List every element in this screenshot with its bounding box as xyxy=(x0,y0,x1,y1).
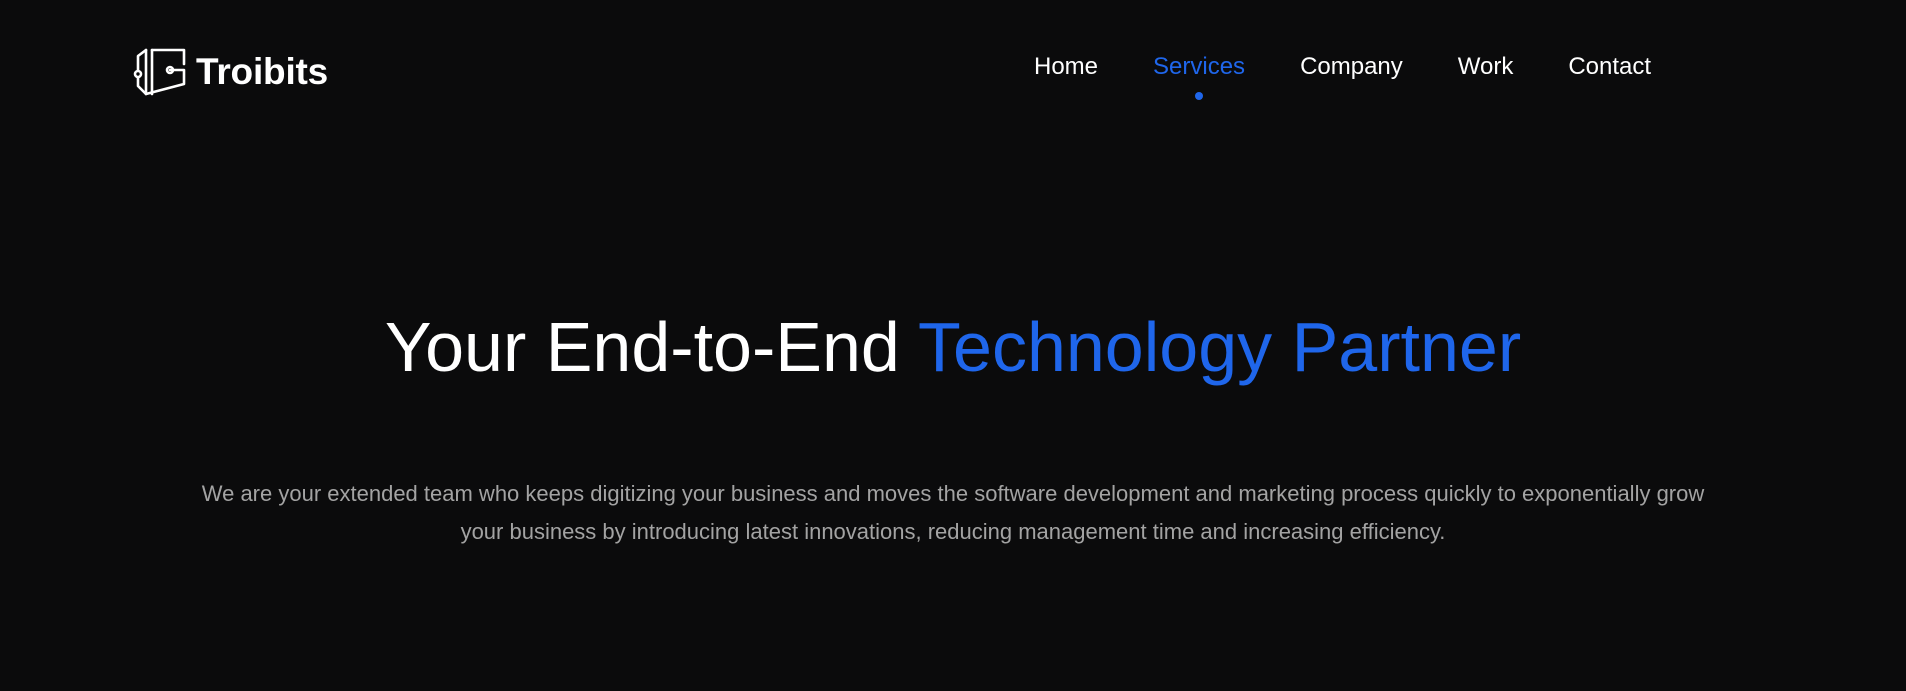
main-nav: Home Services Company Work Contact xyxy=(1034,50,1651,100)
hero-title-part2: Technology Partner xyxy=(918,308,1522,386)
troibits-logo-icon xyxy=(133,48,186,96)
site-header: Troibits Home Services Company Work Cont… xyxy=(0,0,1906,140)
nav-item-label: Services xyxy=(1153,53,1246,80)
hero-description: We are your extended team who keeps digi… xyxy=(201,481,1705,544)
brand-logo-link[interactable]: Troibits xyxy=(132,44,328,98)
active-indicator-dot xyxy=(1195,92,1204,100)
nav-item-label: Company xyxy=(1300,53,1403,80)
nav-item-label: Home xyxy=(1034,53,1099,80)
nav-item-contact[interactable]: Contact xyxy=(1568,50,1651,84)
nav-item-home[interactable]: Home xyxy=(1034,50,1098,84)
hero-title-part1: Your End-to-End xyxy=(384,308,900,386)
nav-item-label: Work xyxy=(1457,53,1514,80)
page: Troibits Home Services Company Work Cont… xyxy=(0,0,1906,691)
nav-item-services[interactable]: Services xyxy=(1153,50,1246,100)
nav-item-work[interactable]: Work xyxy=(1458,50,1514,84)
nav-item-label: Contact xyxy=(1568,53,1652,80)
nav-item-company[interactable]: Company xyxy=(1300,50,1403,84)
brand-name: Troibits xyxy=(196,50,329,92)
hero-title: Your End-to-End Technology Partner xyxy=(0,305,1906,389)
